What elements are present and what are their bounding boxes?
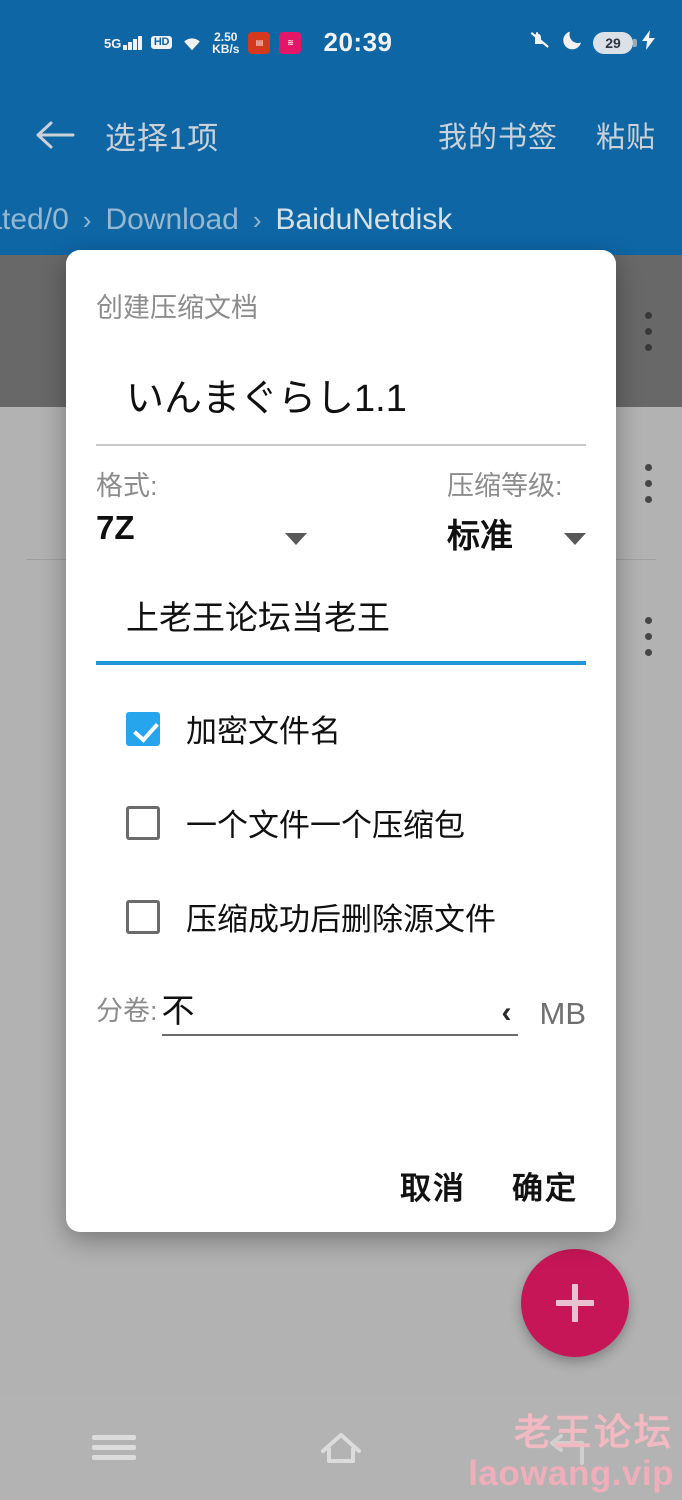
compression-level-label: 压缩等级: (447, 470, 563, 501)
system-navigation-bar (0, 1395, 682, 1500)
checkbox-label: 一个文件一个压缩包 (186, 808, 465, 843)
chevron-down-icon (285, 532, 307, 545)
password-underline-focused (96, 660, 586, 665)
split-volume-row: 分卷: 不 ‹ MB (96, 989, 586, 1036)
split-volume-input[interactable]: 不 (162, 993, 195, 1028)
split-volume-label: 分卷: (96, 995, 158, 1026)
cancel-button[interactable]: 取消 (400, 1163, 466, 1208)
options-checkbox-group: 加密文件名 一个文件一个压缩包 压缩成功后删除源文件 (96, 695, 586, 951)
chevron-left-icon[interactable]: ‹ (502, 997, 518, 1028)
checkbox-one-archive-per-file[interactable] (126, 805, 160, 840)
archive-name-underline (96, 444, 586, 446)
checkbox-label: 压缩成功后删除源文件 (186, 902, 496, 937)
password-field[interactable]: 上老王论坛当老王 (96, 591, 586, 665)
checkbox-row-one-archive-per-file[interactable]: 一个文件一个压缩包 (96, 789, 586, 857)
checkbox-row-delete-source[interactable]: 压缩成功后删除源文件 (96, 883, 586, 951)
checkbox-row-encrypt-filenames[interactable]: 加密文件名 (96, 695, 586, 763)
create-archive-dialog: 创建压缩文档 いんまぐらし1.1 格式: 7Z 压缩等级: 标准 上老王论坛当老… (66, 250, 616, 1232)
split-volume-field[interactable]: 不 ‹ (161, 993, 518, 1036)
confirm-button[interactable]: 确定 (512, 1163, 578, 1208)
split-volume-unit-label: MB (539, 995, 587, 1031)
format-label: 格式: (96, 470, 158, 501)
chevron-down-icon (564, 532, 586, 545)
dialog-title: 创建压缩文档 (96, 293, 258, 323)
archive-name-input[interactable]: いんまぐらし1.1 (96, 367, 586, 422)
home-icon[interactable] (306, 1413, 376, 1483)
format-and-level-row: 格式: 7Z 压缩等级: 标准 (96, 464, 586, 557)
dialog-actions: 取消 确定 (400, 1163, 578, 1208)
checkbox-delete-source-after-success[interactable] (126, 899, 160, 934)
checkbox-encrypt-filenames[interactable] (126, 711, 160, 746)
menu-icon[interactable] (79, 1413, 149, 1483)
checkbox-label: 加密文件名 (186, 714, 341, 749)
format-selector[interactable]: 格式: 7Z (96, 464, 341, 557)
password-input[interactable]: 上老王论坛当老王 (126, 591, 586, 639)
compression-level-selector[interactable]: 压缩等级: 标准 (341, 464, 586, 557)
back-icon[interactable] (533, 1413, 603, 1483)
